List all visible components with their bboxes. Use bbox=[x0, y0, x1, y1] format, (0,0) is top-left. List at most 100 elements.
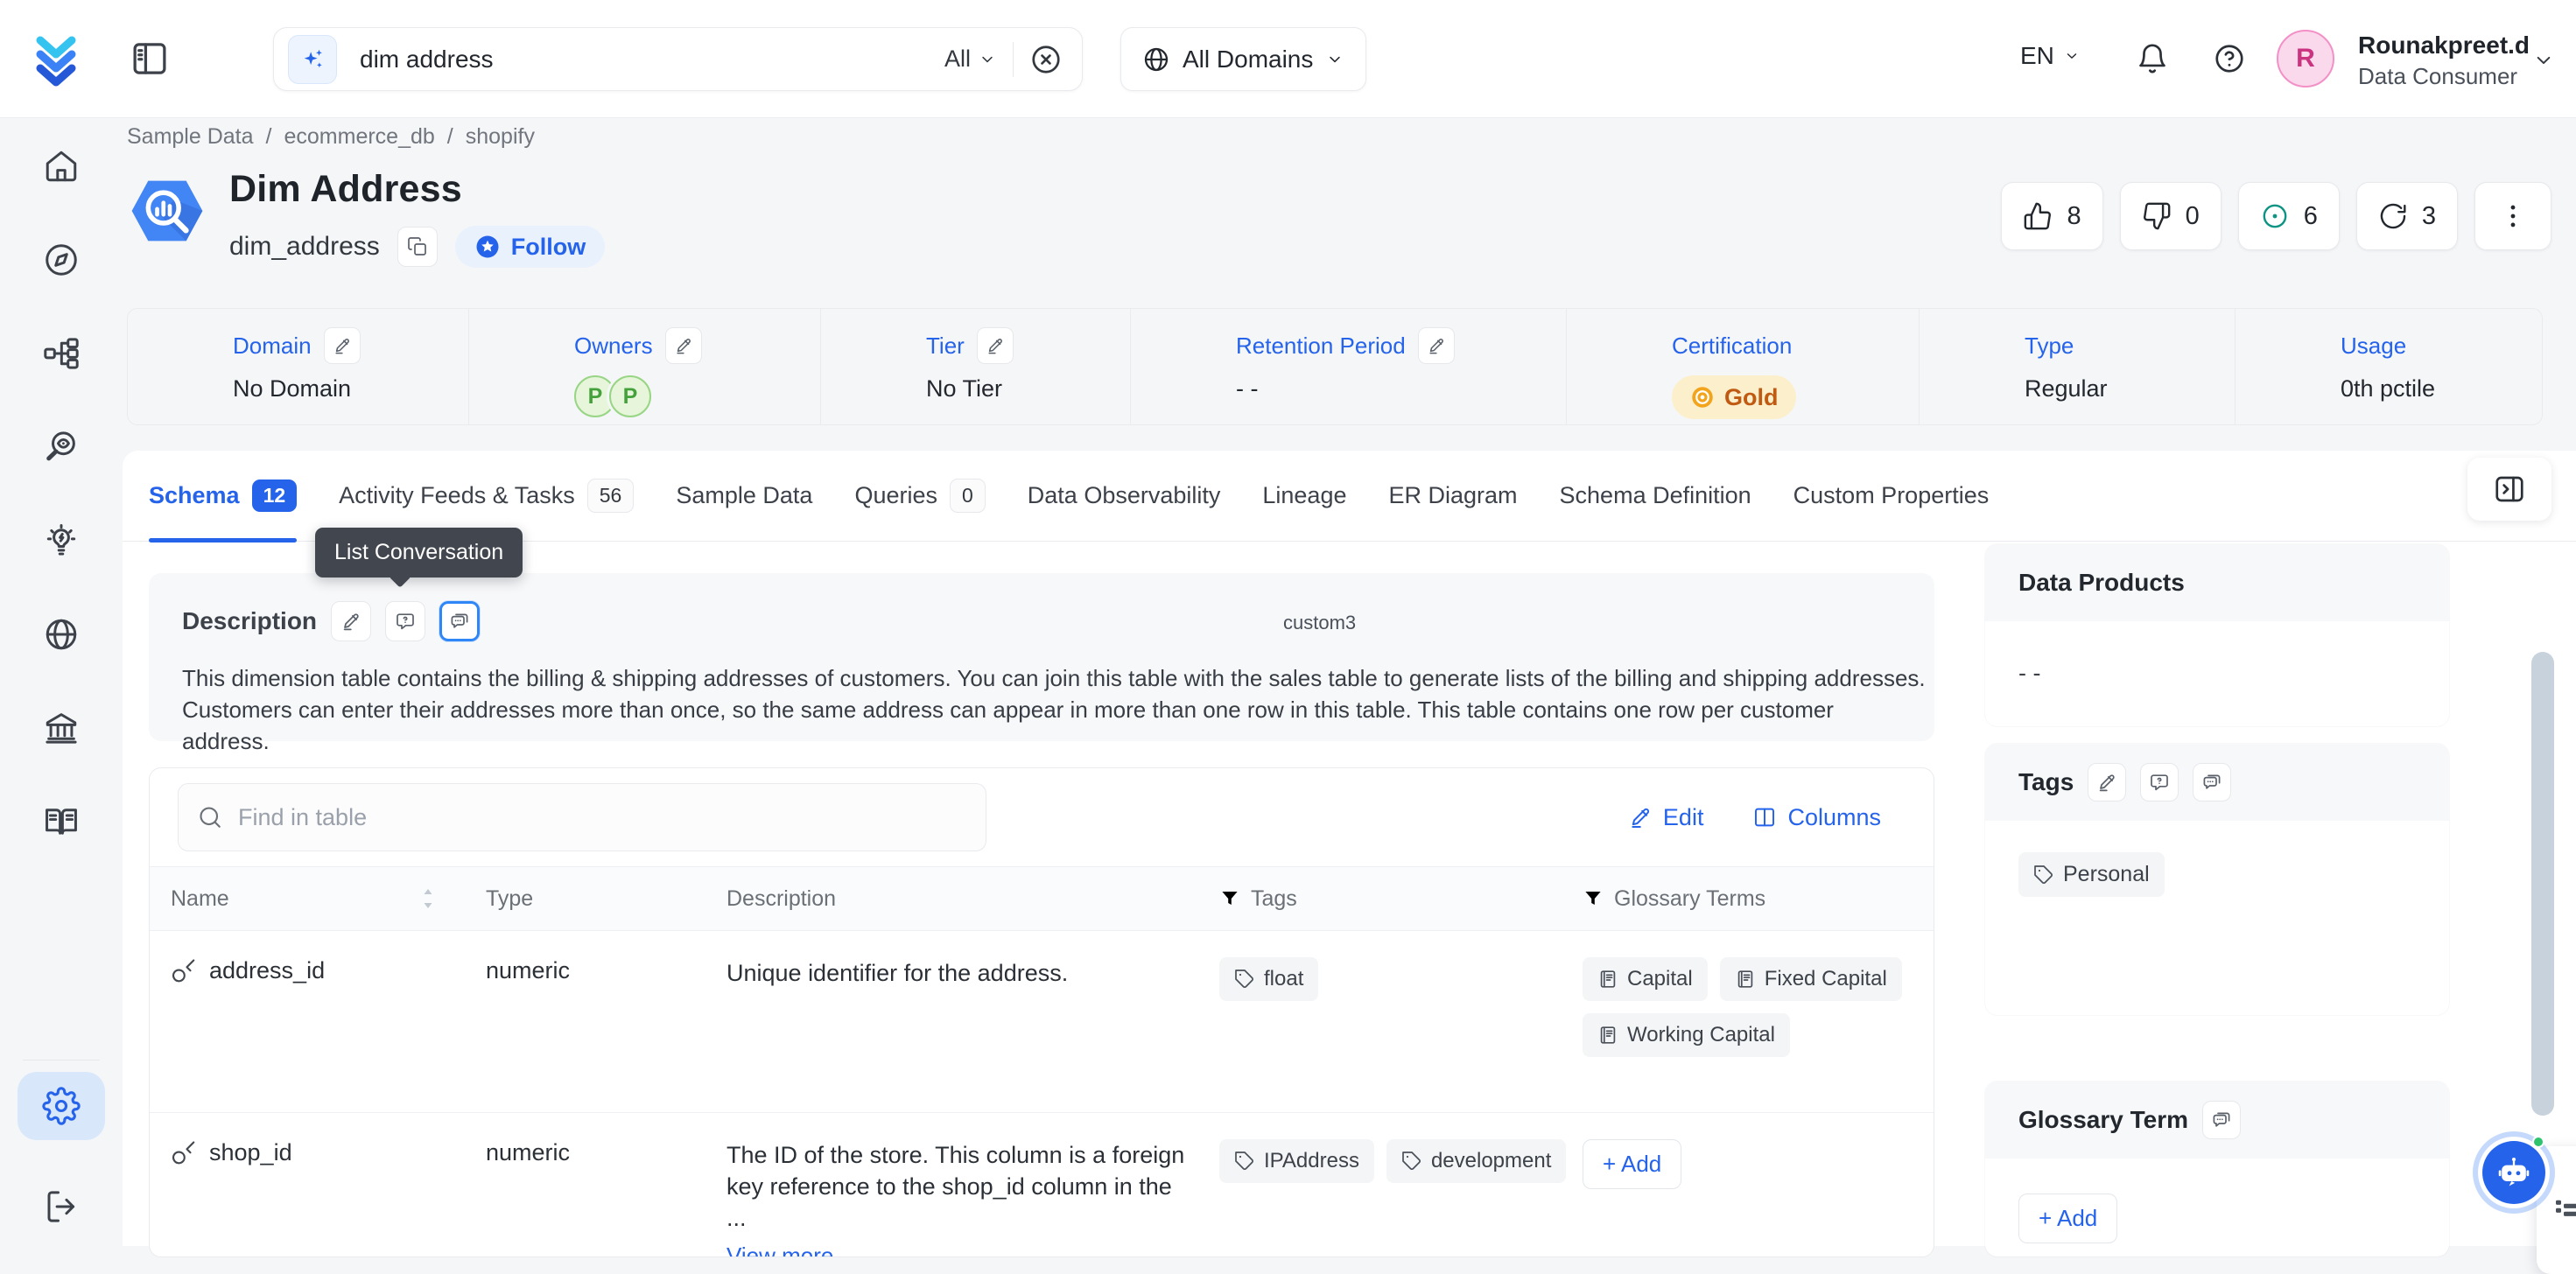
downvote-button[interactable]: 0 bbox=[2120, 182, 2222, 250]
meta-tier: Tier No Tier bbox=[821, 309, 1131, 424]
language-selector[interactable]: EN bbox=[2020, 42, 2081, 70]
user-role: Data Consumer bbox=[2358, 63, 2517, 90]
glossary-term-chip[interactable]: Capital bbox=[1583, 957, 1708, 1001]
add-glossary-term-button[interactable]: + Add bbox=[1583, 1139, 1681, 1189]
glossary-term-chip[interactable]: Working Capital bbox=[1583, 1013, 1790, 1057]
column-name[interactable]: address_id bbox=[209, 957, 325, 984]
header-description[interactable]: Description bbox=[716, 886, 1209, 912]
tab-schema[interactable]: Schema 12 bbox=[149, 451, 297, 542]
edit-tags-button[interactable] bbox=[2088, 763, 2126, 802]
find-in-table bbox=[178, 783, 986, 851]
breadcrumb-item[interactable]: ecommerce_db bbox=[284, 124, 434, 150]
vertical-scrollbar[interactable] bbox=[2531, 652, 2554, 1116]
lightbulb-icon bbox=[43, 522, 80, 559]
nav-domains[interactable] bbox=[0, 608, 123, 661]
tag-chip[interactable]: Personal bbox=[2018, 852, 2165, 897]
nav-discover[interactable] bbox=[0, 234, 123, 286]
edit-description-button[interactable] bbox=[331, 601, 371, 641]
tag-chip[interactable]: float bbox=[1219, 957, 1318, 1001]
tab-data-observability[interactable]: Data Observability bbox=[1028, 451, 1221, 542]
nav-lineage[interactable] bbox=[0, 327, 123, 380]
header-type[interactable]: Type bbox=[475, 886, 716, 912]
watchers-button[interactable]: 6 bbox=[2238, 182, 2340, 250]
view-more-link[interactable]: View more bbox=[726, 1242, 1209, 1257]
nav-settings-active[interactable] bbox=[18, 1072, 105, 1140]
atlan-logo-icon[interactable] bbox=[33, 30, 89, 88]
ask-question-button[interactable] bbox=[2140, 763, 2179, 802]
tag-chip[interactable]: development bbox=[1386, 1139, 1566, 1183]
tab-queries[interactable]: Queries 0 bbox=[854, 451, 985, 542]
filter-funnel-icon[interactable] bbox=[1219, 888, 1240, 909]
user-avatar[interactable]: R bbox=[2277, 30, 2334, 88]
custom-property-note: custom3 bbox=[1283, 612, 1356, 634]
target-icon bbox=[2260, 201, 2290, 231]
collapse-sidebar-button[interactable] bbox=[2467, 458, 2551, 521]
chevron-down-icon bbox=[1325, 50, 1344, 69]
ask-question-button[interactable] bbox=[385, 601, 425, 641]
column-name[interactable]: shop_id bbox=[209, 1139, 292, 1166]
filter-funnel-icon[interactable] bbox=[1583, 888, 1604, 909]
search-input[interactable] bbox=[360, 46, 944, 74]
tag-chip[interactable]: IPAddress bbox=[1219, 1139, 1374, 1183]
edit-tier-button[interactable] bbox=[977, 327, 1014, 364]
nav-home[interactable] bbox=[0, 140, 123, 192]
chatbot-button[interactable] bbox=[2482, 1141, 2545, 1204]
tab-schema-definition[interactable]: Schema Definition bbox=[1560, 451, 1751, 542]
owner-avatar[interactable]: P bbox=[609, 375, 651, 417]
breadcrumb-item[interactable]: Sample Data bbox=[127, 124, 254, 150]
tab-er-diagram[interactable]: ER Diagram bbox=[1388, 451, 1517, 542]
manage-columns-button[interactable]: Columns bbox=[1752, 804, 1881, 831]
global-search-bar[interactable]: All bbox=[273, 27, 1083, 91]
bigquery-table-icon bbox=[123, 166, 212, 256]
tab-lineage[interactable]: Lineage bbox=[1262, 451, 1346, 542]
list-conversation-button[interactable] bbox=[2202, 1101, 2241, 1139]
tab-custom-properties[interactable]: Custom Properties bbox=[1793, 451, 1990, 542]
header-tags[interactable]: Tags bbox=[1209, 886, 1572, 912]
nav-governance[interactable] bbox=[0, 702, 123, 754]
edit-retention-button[interactable] bbox=[1418, 327, 1455, 364]
clear-search-icon[interactable] bbox=[1029, 43, 1063, 76]
asset-detail-card: Schema 12 Activity Feeds & Tasks 56 Samp… bbox=[123, 451, 2576, 1246]
refresh-count-button[interactable]: 3 bbox=[2356, 182, 2458, 250]
sort-icon[interactable] bbox=[419, 887, 437, 910]
breadcrumb: Sample Data / ecommerce_db / shopify bbox=[127, 124, 535, 150]
logout-icon bbox=[43, 1188, 80, 1225]
copy-name-button[interactable] bbox=[397, 227, 438, 267]
chatbot-status-dot bbox=[2532, 1136, 2544, 1148]
header-name[interactable]: Name bbox=[160, 886, 475, 912]
table-row[interactable]: shop_id numeric The ID of the store. Thi… bbox=[150, 1113, 1934, 1257]
list-conversation-button[interactable] bbox=[439, 601, 480, 641]
refresh-icon bbox=[2378, 201, 2408, 231]
tab-sample-data[interactable]: Sample Data bbox=[676, 451, 812, 542]
add-glossary-term-button[interactable]: + Add bbox=[2018, 1194, 2117, 1243]
nav-glossary[interactable] bbox=[0, 795, 123, 848]
nav-logout[interactable] bbox=[0, 1184, 123, 1229]
list-conversation-button[interactable] bbox=[2193, 763, 2231, 802]
certification-badge[interactable]: Gold bbox=[1672, 375, 1796, 419]
help-icon[interactable] bbox=[2213, 42, 2246, 75]
lens-eye-icon bbox=[43, 429, 80, 466]
edit-domain-button[interactable] bbox=[324, 327, 361, 364]
edit-columns-button[interactable]: Edit bbox=[1628, 804, 1704, 831]
glossary-term-chip[interactable]: Fixed Capital bbox=[1720, 957, 1902, 1001]
notifications-bell-icon[interactable] bbox=[2136, 42, 2169, 75]
tag-icon bbox=[2033, 864, 2054, 886]
nav-observability[interactable] bbox=[0, 421, 123, 473]
follow-button[interactable]: Follow bbox=[455, 226, 605, 268]
table-row[interactable]: address_id numeric Unique identifier for… bbox=[150, 931, 1934, 1112]
flow-icon bbox=[43, 335, 80, 372]
header-glossary-terms[interactable]: Glossary Terms bbox=[1572, 886, 1934, 912]
nav-insights[interactable] bbox=[0, 514, 123, 567]
breadcrumb-item[interactable]: shopify bbox=[466, 124, 535, 150]
ai-sparkle-icon[interactable] bbox=[288, 35, 337, 84]
user-name: Rounakpreet.d bbox=[2358, 32, 2530, 60]
find-in-table-input[interactable] bbox=[178, 783, 986, 851]
search-scope-dropdown[interactable]: All bbox=[944, 46, 997, 73]
user-menu-chevron-icon[interactable] bbox=[2531, 48, 2556, 73]
upvote-button[interactable]: 8 bbox=[2001, 182, 2102, 250]
technical-name: dim_address bbox=[229, 232, 380, 262]
sidebar-toggle-icon[interactable] bbox=[130, 38, 170, 79]
all-domains-dropdown[interactable]: All Domains bbox=[1120, 27, 1366, 91]
edit-owners-button[interactable] bbox=[665, 327, 702, 364]
more-actions-button[interactable] bbox=[2474, 182, 2551, 250]
